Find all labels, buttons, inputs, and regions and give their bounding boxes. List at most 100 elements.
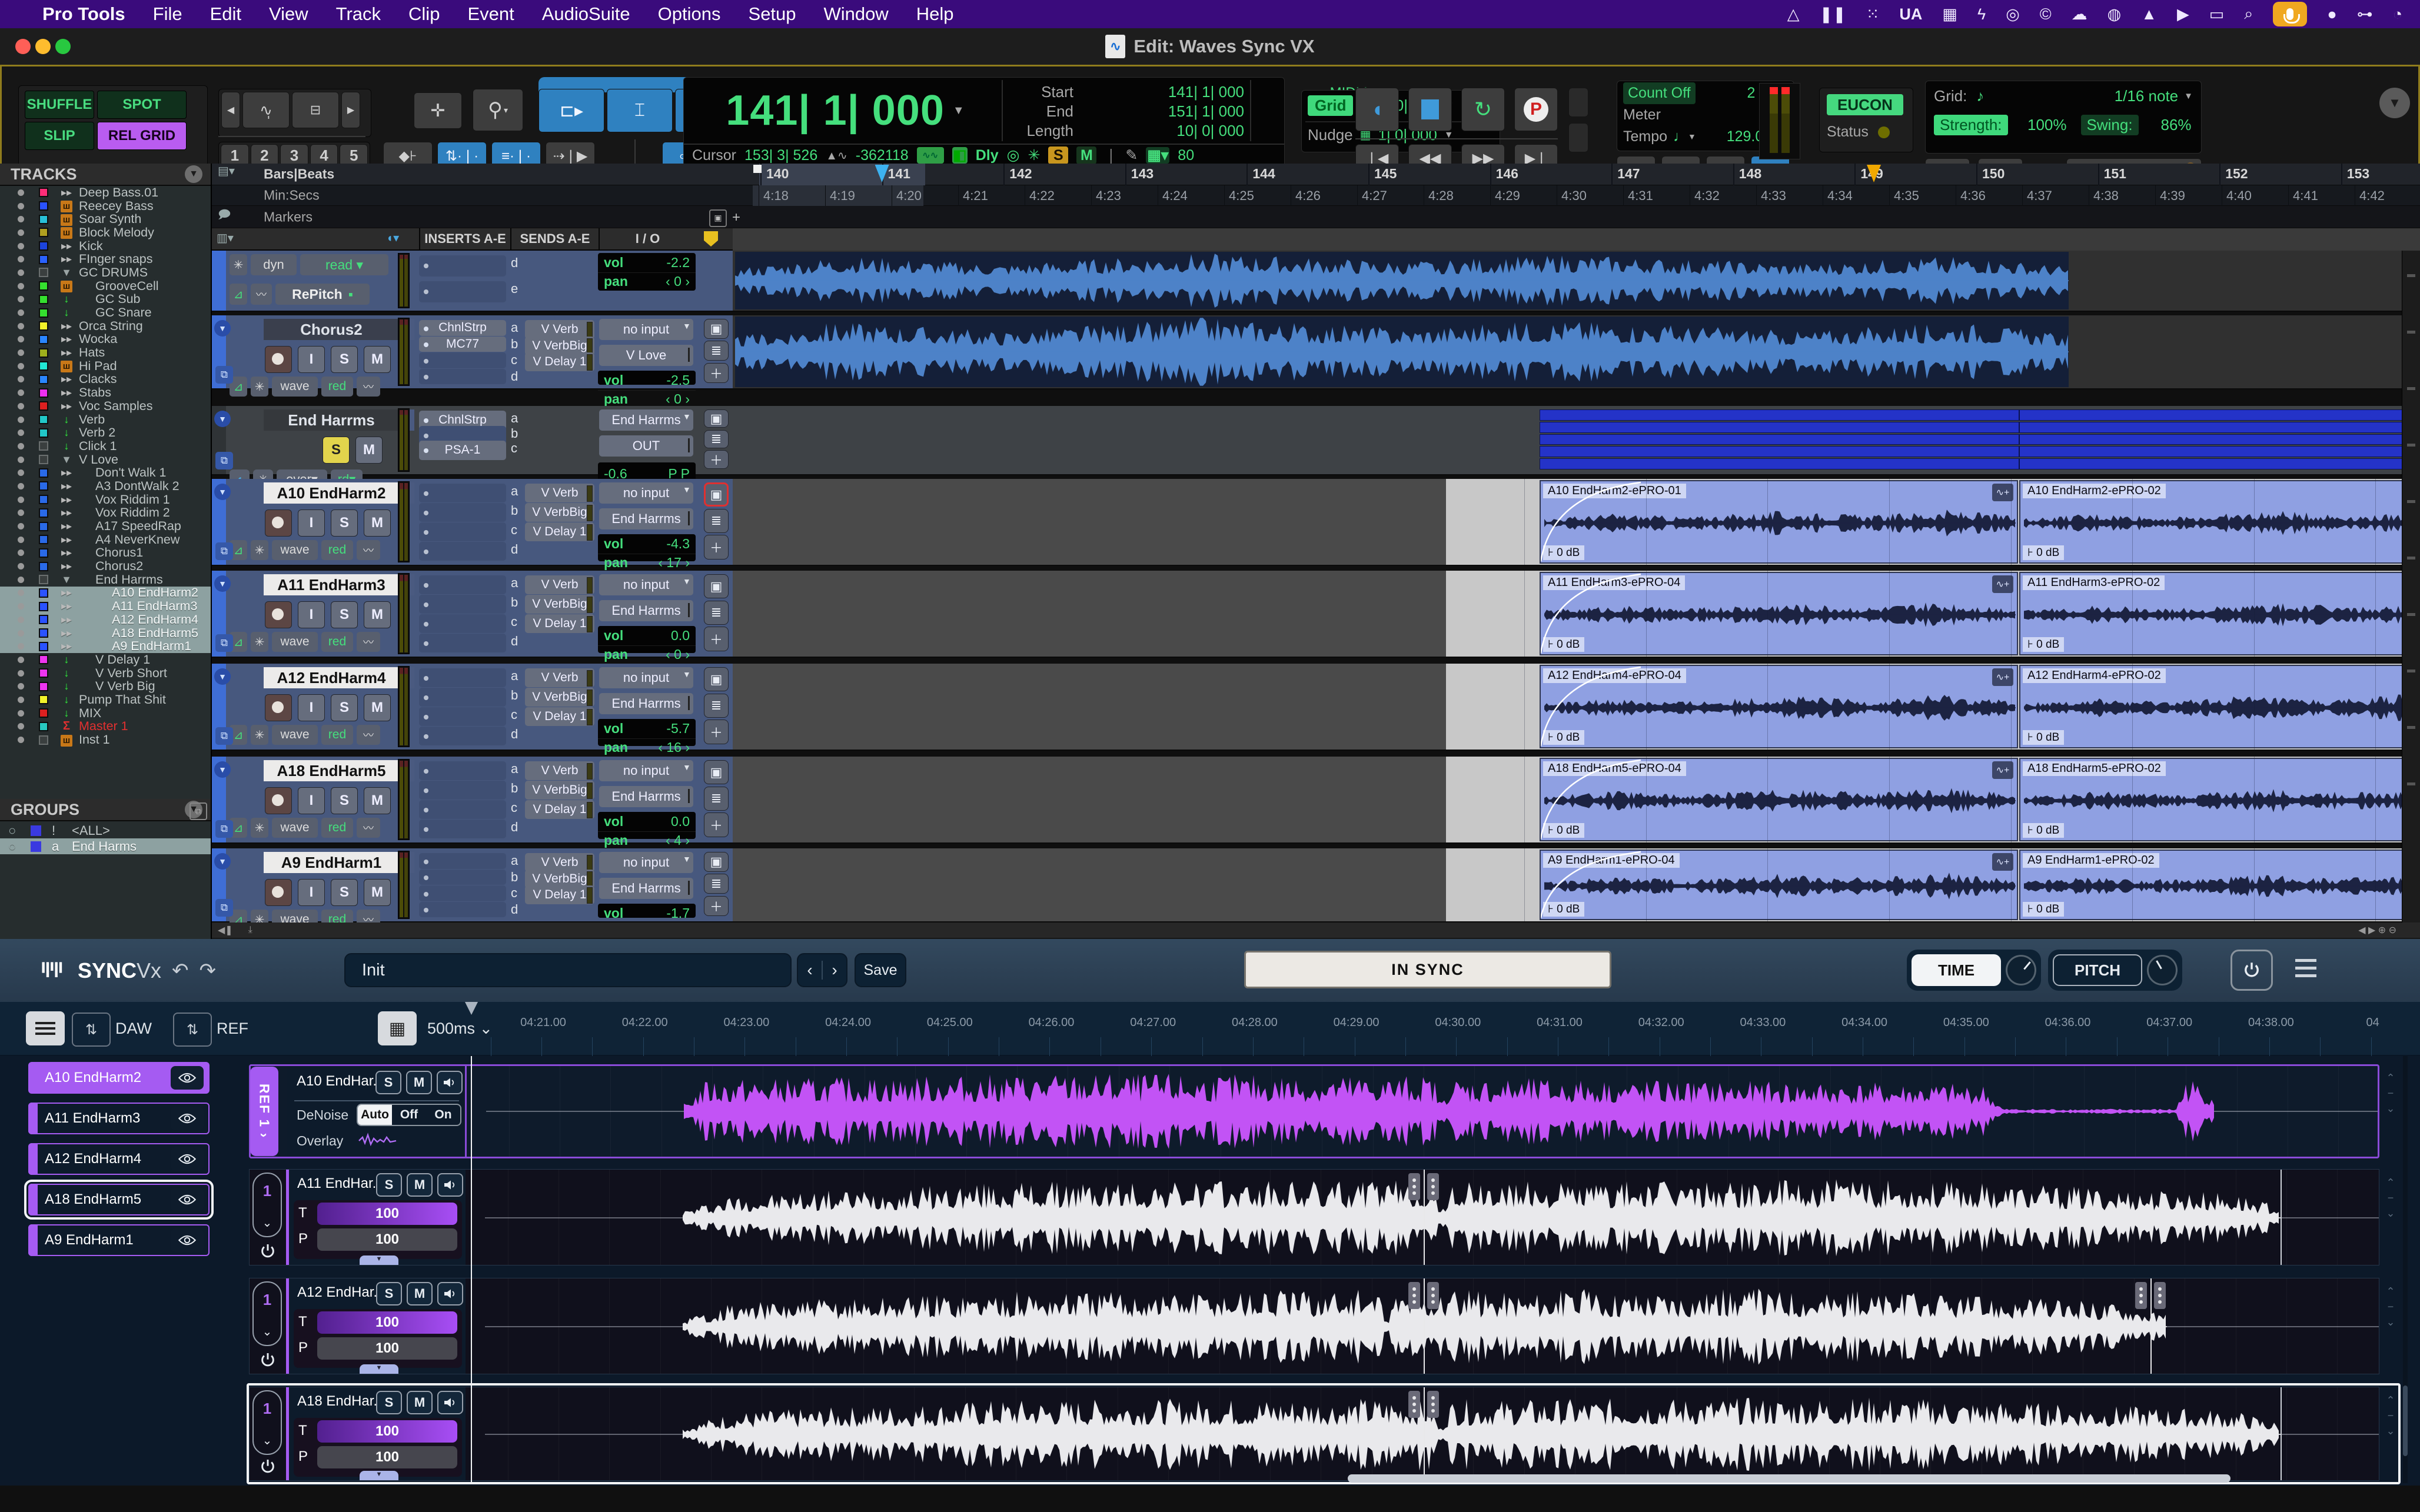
track-color-chip[interactable] — [39, 548, 48, 558]
io-input[interactable]: no input — [599, 852, 693, 873]
plugin-time-label[interactable]: 04 — [2341, 1016, 2405, 1030]
link-icon[interactable]: ⧉ — [215, 452, 233, 469]
elastic-plugin-chip[interactable]: 〰 — [357, 818, 380, 838]
link-icon[interactable]: ⧉ — [215, 366, 233, 384]
bar-label-144[interactable]: 144 — [1252, 166, 1275, 182]
add-button[interactable]: ＋ — [704, 720, 729, 744]
clip-split-handle[interactable] — [1408, 1282, 1420, 1309]
track-name[interactable]: GC Snare — [95, 305, 152, 320]
comments-button[interactable]: ≣ — [704, 509, 729, 533]
track-dot[interactable] — [18, 483, 24, 489]
track-disclosure-icon[interactable]: ▼ — [214, 484, 231, 500]
waveform-zoom-button[interactable]: ∿̩ — [242, 92, 290, 128]
track-dot[interactable] — [18, 537, 24, 543]
clip-split-handle[interactable] — [1427, 1391, 1439, 1418]
track-list-item[interactable]: ▸▸ A9 EndHarm1 — [0, 640, 211, 653]
track-name[interactable]: Hi Pad — [79, 359, 117, 374]
track-color-chip[interactable] — [39, 308, 48, 318]
track-name[interactable]: Clacks — [79, 372, 117, 387]
plugin-time-label[interactable]: 04:32.00 — [1629, 1016, 1694, 1030]
track-color-chip[interactable] — [39, 722, 48, 731]
row-layer-pill[interactable]: 1⌄ — [252, 1390, 282, 1455]
send-slot-V Verb[interactable]: V Verb — [525, 484, 594, 502]
minsec-label-4:36[interactable]: 4:36 — [1960, 188, 1986, 204]
io-output[interactable]: End Harrms — [599, 693, 693, 714]
plugin-time-label[interactable]: 04:29.00 — [1324, 1016, 1389, 1030]
track-list-item[interactable]: ▸▸ Stabs — [0, 386, 211, 399]
add-marker-button[interactable]: + — [732, 209, 740, 226]
track-window-button[interactable]: ▣ — [704, 667, 729, 691]
track-color-chip[interactable] — [39, 455, 48, 464]
record-arm-button[interactable] — [265, 601, 292, 628]
minsec-label-4:41[interactable]: 4:41 — [2293, 188, 2318, 204]
track-dot[interactable] — [18, 216, 24, 222]
track-name[interactable]: FInger snaps — [79, 252, 152, 267]
track-dot[interactable] — [18, 710, 24, 717]
global-solo-button[interactable]: S — [1048, 146, 1068, 164]
denoise-off[interactable]: Off — [392, 1105, 426, 1125]
track-list-item[interactable]: ▼ End Harrms — [0, 573, 211, 587]
swing-value[interactable]: 86% — [2145, 116, 2192, 134]
track-dot[interactable] — [18, 617, 24, 623]
track-dot[interactable] — [18, 443, 24, 449]
auto-read-chip[interactable]: red — [321, 910, 353, 922]
track-list-item[interactable]: ш Reecey Bass — [0, 199, 211, 213]
add-button[interactable]: ＋ — [704, 450, 729, 468]
track-name[interactable]: GC DRUMS — [79, 265, 148, 280]
track-list-item[interactable]: ▸▸ Deep Bass.01 — [0, 186, 211, 199]
track-disclosure-icon[interactable]: ▼ — [214, 853, 231, 870]
minsec-label-4:34[interactable]: 4:34 — [1827, 188, 1853, 204]
io-input[interactable]: no input — [599, 482, 693, 504]
insert-slot[interactable] — [419, 885, 506, 901]
track-name[interactable]: Block Melody — [79, 225, 154, 240]
ref-fit-controls[interactable]: ⌃−⌄ — [2382, 1070, 2399, 1116]
plugin-track-chip[interactable]: A10 EndHarm2 — [28, 1062, 210, 1094]
insert-slot[interactable] — [419, 369, 506, 385]
edit-bottom-bar[interactable]: ◀❚⤓◀ ▶ ⊕ ⊖ — [212, 922, 2420, 938]
track-color-chip[interactable] — [39, 361, 48, 371]
io-input[interactable]: End Harrms — [599, 409, 693, 431]
shield-icon[interactable]: ▲ — [2141, 5, 2157, 24]
minsec-label-4:38[interactable]: 4:38 — [2093, 188, 2119, 204]
move-tool-button[interactable]: ✛ — [414, 92, 462, 129]
audio-clip[interactable]: A11 EndHarm3-ePRO-02∿+⊦ 0 dB — [2019, 572, 2420, 655]
track-name-chip[interactable]: End Harrms — [264, 409, 399, 431]
track-list-item[interactable]: Σ Master 1 — [0, 720, 211, 734]
send-slot-V Delay 1[interactable]: V Delay 1 — [525, 614, 594, 633]
track-name[interactable]: A3 DontWalk 2 — [95, 479, 179, 494]
track-name[interactable]: A10 EndHarm2 — [112, 585, 198, 600]
track-window-button[interactable]: ▣ — [704, 319, 729, 339]
menu-file[interactable]: File — [153, 4, 182, 25]
link-icon[interactable]: ⧉ — [215, 899, 233, 917]
input-monitor-button[interactable]: ◖ — [1355, 88, 1399, 131]
track-name-chip[interactable]: A18 EndHarm5 — [264, 760, 399, 781]
warp-chip[interactable]: 〰 — [251, 284, 272, 305]
pencil-small-icon[interactable]: ✎ — [1125, 146, 1138, 164]
asterisk-icon[interactable]: ✳ — [1028, 146, 1040, 164]
track-name-chip[interactable]: A10 EndHarm2 — [264, 482, 399, 504]
row-fit-controls[interactable]: ⌃−⌄ — [2382, 1175, 2399, 1221]
solo-button[interactable]: S — [376, 1391, 402, 1414]
repitch-chip[interactable]: RePitch▪ — [275, 284, 370, 305]
track-dot[interactable] — [18, 203, 24, 209]
track-list-item[interactable]: ▸▸ A18 EndHarm5 — [0, 627, 211, 640]
screen-icon[interactable]: ▭ — [2209, 5, 2225, 24]
plugin-time-label[interactable]: 04:27.00 — [1121, 1016, 1185, 1030]
io-output[interactable]: V Love — [599, 345, 693, 366]
solo-button[interactable]: S — [375, 1071, 401, 1094]
clip-split-handle[interactable] — [1408, 1173, 1420, 1200]
plugin-time-label[interactable]: 04:23.00 — [714, 1016, 779, 1030]
bar-label-140[interactable]: 140 — [766, 166, 789, 182]
plugin-time-label[interactable]: 04:21.00 — [511, 1016, 576, 1030]
solo-button[interactable]: S — [331, 694, 358, 721]
play-circle-icon[interactable]: ▶ — [2177, 5, 2189, 24]
track-color-chip[interactable] — [39, 562, 48, 571]
menu-track[interactable]: Track — [336, 4, 381, 25]
track-list-item[interactable]: ↓ V Verb Short — [0, 667, 211, 680]
speaker-button[interactable] — [437, 1173, 463, 1197]
clip-warp-icon[interactable]: ∿+ — [1992, 853, 2013, 871]
insert-slot[interactable] — [419, 668, 506, 687]
auto-read-chip[interactable]: read ▾ — [300, 254, 388, 275]
track-dot[interactable] — [18, 509, 24, 516]
minsec-label-4:29[interactable]: 4:29 — [1495, 188, 1520, 204]
